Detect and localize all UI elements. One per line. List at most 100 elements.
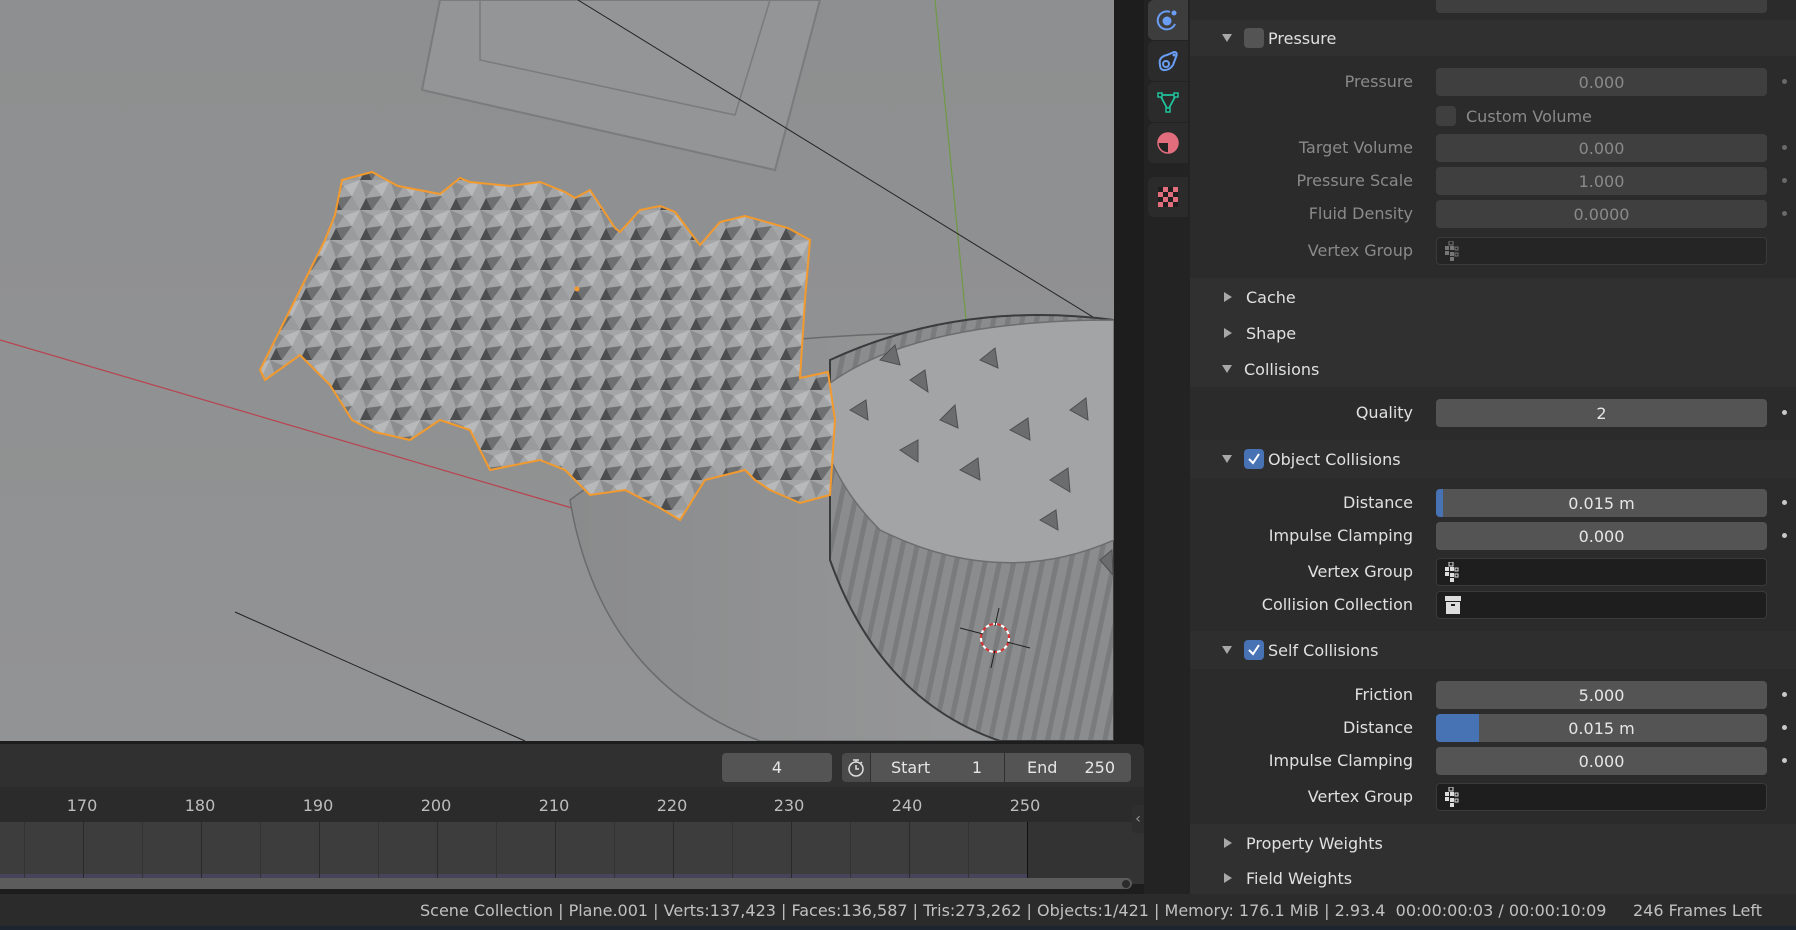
use-preview-range-button[interactable]: [842, 753, 870, 782]
field-value: 0.015 m: [1568, 718, 1635, 738]
field-label: Quality: [1355, 403, 1413, 422]
collapse-icon: [1222, 646, 1232, 654]
keyframe-dot-icon[interactable]: [1782, 79, 1787, 84]
window-bottom-edge: [0, 926, 1796, 930]
collisions-panel-header[interactable]: Collisions: [1190, 351, 1796, 387]
object-collisions-checkbox[interactable]: [1244, 449, 1264, 469]
pressure-row: Pressure 0.000: [1190, 67, 1796, 97]
object-origin: [574, 286, 580, 292]
pressure-vertex-group-field[interactable]: [1436, 237, 1767, 265]
expand-icon: [1224, 328, 1232, 338]
start-frame-value: 1: [971, 758, 982, 777]
texture-tab[interactable]: [1148, 177, 1188, 217]
field-value: 5.000: [1578, 685, 1625, 705]
property-weights-panel-header[interactable]: Property Weights: [1190, 825, 1796, 861]
constraints-tab[interactable]: [1148, 41, 1188, 81]
3d-viewport[interactable]: [0, 0, 1114, 741]
self-impulse-row: Impulse Clamping 0.000: [1190, 746, 1796, 776]
keyframe-dot-icon[interactable]: [1782, 692, 1787, 697]
object-collision-distance-slider[interactable]: 0.015 m: [1436, 489, 1767, 517]
slider-fill: [1436, 714, 1480, 742]
timeline-tracks[interactable]: [0, 822, 1144, 884]
timeline-ruler[interactable]: 170 180 190 200 210 220 230 240 250: [0, 787, 1144, 822]
panel-title: Field Weights: [1246, 868, 1353, 888]
properties-tab-bar: [1144, 0, 1190, 894]
material-icon: [1157, 132, 1179, 154]
field-label: Target Volume: [1298, 138, 1413, 157]
ruler-tick: 240: [891, 796, 923, 815]
object-distance-row: Distance 0.015 m: [1190, 488, 1796, 518]
self-collisions-checkbox[interactable]: [1244, 640, 1264, 660]
checkmark-icon: [1248, 453, 1260, 465]
sidebar-toggle-icon[interactable]: ‹: [1132, 805, 1144, 833]
object-data-tab[interactable]: [1148, 82, 1188, 122]
pressure-panel-header[interactable]: Pressure: [1190, 20, 1796, 56]
keyframe-dot-icon[interactable]: [1782, 145, 1787, 150]
timeline-editor: 4 Start 1 End 250 170 180 190 200 210 22…: [0, 741, 1144, 894]
texture-icon: [1158, 187, 1178, 207]
collapse-icon: [1222, 34, 1232, 42]
keyframe-dot-icon[interactable]: [1782, 758, 1787, 763]
ruler-tick: 190: [302, 796, 334, 815]
timeline-scrollbar[interactable]: [0, 878, 1132, 889]
collision-collection-field[interactable]: [1436, 591, 1767, 619]
expand-icon: [1224, 838, 1232, 848]
self-friction-field[interactable]: 5.000: [1436, 681, 1767, 709]
self-distance-row: Distance 0.015 m: [1190, 713, 1796, 743]
pressure-scale-field[interactable]: 1.000: [1436, 167, 1767, 195]
keyframe-dot-icon[interactable]: [1782, 500, 1787, 505]
current-frame-value: 4: [771, 758, 783, 777]
ruler-tick: 210: [538, 796, 570, 815]
end-frame-value: 250: [1084, 758, 1115, 777]
frames-left: 246 Frames Left: [1633, 901, 1762, 920]
self-collisions-panel-header[interactable]: Self Collisions: [1190, 631, 1796, 669]
keyframe-dot-icon[interactable]: [1782, 533, 1787, 538]
field-label: Vertex Group: [1307, 241, 1413, 260]
start-frame-field[interactable]: Start 1: [871, 753, 1004, 782]
custom-volume-checkbox[interactable]: Custom Volume: [1436, 106, 1592, 126]
collection-box-icon: [1445, 596, 1461, 614]
self-impulse-clamping-field[interactable]: 0.000: [1436, 747, 1767, 775]
stopwatch-icon: [848, 758, 864, 777]
ruler-tick: 200: [420, 796, 452, 815]
panel-title: Pressure: [1268, 28, 1337, 48]
keyframe-dot-icon[interactable]: [1782, 410, 1787, 415]
field-value: 0.015 m: [1568, 493, 1635, 513]
keyframe-dot-icon[interactable]: [1782, 725, 1787, 730]
end-frame-field[interactable]: End 250: [1005, 753, 1131, 782]
field-label: Impulse Clamping: [1268, 526, 1413, 545]
field-value: 1.000: [1578, 171, 1625, 191]
current-frame-field[interactable]: 4: [722, 753, 832, 782]
panel-title: Shape: [1246, 323, 1297, 343]
ruler-tick: 230: [773, 796, 805, 815]
target-volume-row: Target Volume 0.000: [1190, 133, 1796, 163]
pressure-scale-row: Pressure Scale 1.000: [1190, 166, 1796, 196]
keyframe-dot-icon[interactable]: [1782, 178, 1787, 183]
scrollbar-handle[interactable]: [1122, 880, 1130, 888]
material-tab[interactable]: [1148, 123, 1188, 163]
fluid-density-field[interactable]: 0.0000: [1436, 200, 1767, 228]
ruler-tick: 170: [66, 796, 98, 815]
viewport-scene: [0, 0, 1114, 741]
scene-statistics: Scene Collection | Plane.001 | Verts:137…: [420, 901, 1607, 920]
pressure-field[interactable]: 0.000: [1436, 68, 1767, 96]
field-label: Distance: [1343, 718, 1413, 737]
object-vertex-group-field[interactable]: [1436, 558, 1767, 586]
collapse-icon: [1222, 365, 1232, 373]
object-collisions-panel-header[interactable]: Object Collisions: [1190, 440, 1796, 478]
object-impulse-clamping-field[interactable]: 0.000: [1436, 522, 1767, 550]
cutoff-field[interactable]: [1436, 0, 1767, 13]
self-collision-distance-slider[interactable]: 0.015 m: [1436, 714, 1767, 742]
field-value: 0.000: [1578, 72, 1625, 92]
quality-field[interactable]: 2: [1436, 399, 1767, 427]
shape-panel-header[interactable]: Shape: [1190, 315, 1796, 351]
object-constraint-icon: [1158, 50, 1178, 72]
field-weights-panel-header[interactable]: Field Weights: [1190, 860, 1796, 894]
keyframe-dot-icon[interactable]: [1782, 211, 1787, 216]
self-vertex-group-field[interactable]: [1436, 783, 1767, 811]
slider-fill: [1436, 489, 1443, 517]
target-volume-field[interactable]: 0.000: [1436, 134, 1767, 162]
pressure-enable-checkbox[interactable]: [1244, 28, 1264, 48]
cache-panel-header[interactable]: Cache: [1190, 279, 1796, 315]
physics-tab[interactable]: [1148, 0, 1188, 40]
